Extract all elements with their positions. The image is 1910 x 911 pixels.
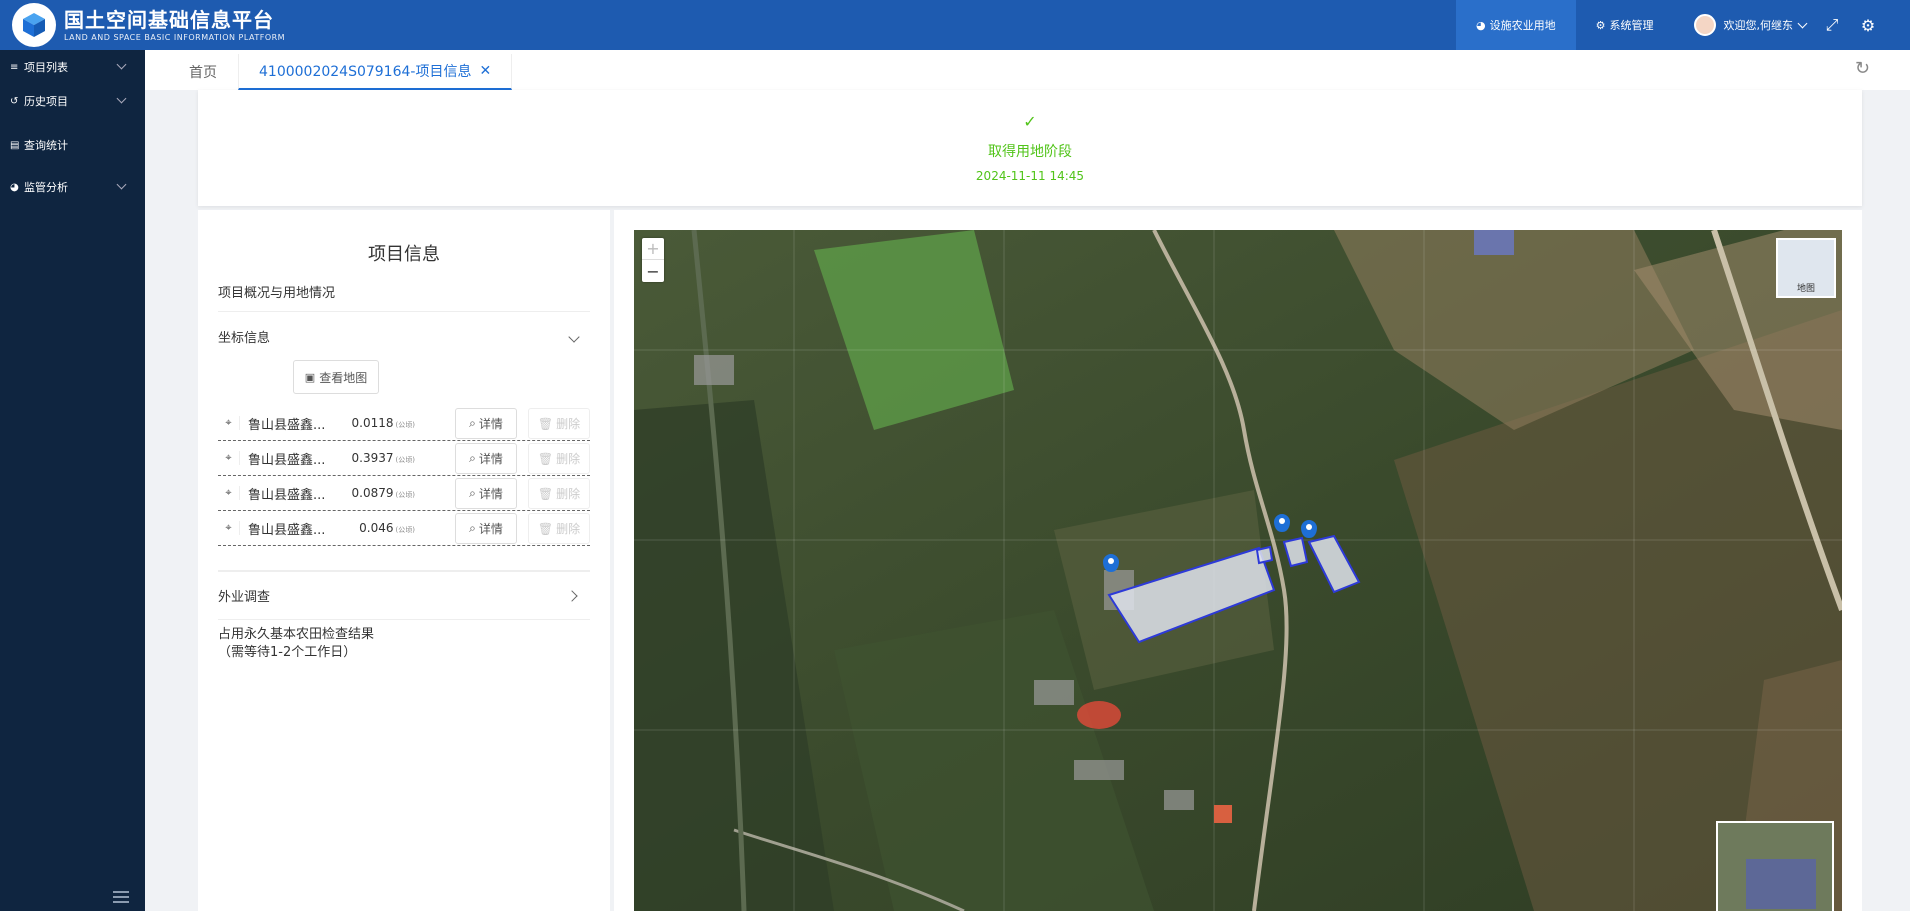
view-map-button[interactable]: ▣ 查看地图 <box>293 360 379 394</box>
user-greeting: 欢迎您,何继东 <box>1723 19 1794 32</box>
coords-list: ⌖ 鲁山县盛鑫... 0.0118 (公顷) ⌕ 详情 🗑 删除 ⌖ 鲁山县盛鑫...… <box>218 406 590 546</box>
delete-button[interactable]: 🗑 删除 <box>528 443 590 474</box>
fullscreen-icon[interactable]: ⤢ <box>1814 0 1850 50</box>
field-survey-section[interactable]: 外业调查 <box>218 586 590 620</box>
trash-icon: 🗑 <box>537 416 554 431</box>
sidebar-item-supervision-analysis[interactable]: ◕ 监管分析 <box>0 170 145 204</box>
detail-button[interactable]: ⌕ 详情 <box>455 478 517 509</box>
avatar <box>1693 14 1716 36</box>
parcel-polygon <box>1255 545 1274 565</box>
nav-system-management[interactable]: ⚙ 系统管理 <box>1576 0 1674 50</box>
stage-time: 2024-11-11 14:45 <box>975 169 1085 183</box>
sidebar-item-project-list[interactable]: ≡ 项目列表 <box>0 50 145 84</box>
chevron-down-icon <box>116 59 127 70</box>
zoom-out-button[interactable]: − <box>642 260 664 282</box>
user-menu[interactable]: 欢迎您,何继东 <box>1674 0 1815 50</box>
tab-home[interactable]: 首页 <box>189 54 217 90</box>
search-icon: ⌕ <box>469 521 476 535</box>
map-marker-icon <box>1103 554 1119 572</box>
satellite-imagery <box>634 230 1842 911</box>
list-item: ⌖ 鲁山县盛鑫... 0.046 (公顷) ⌕ 详情 🗑 删除 <box>218 511 590 546</box>
tab-bar: 首页 4100002024S079164-项目信息 ✕ ↻ <box>145 50 1910 90</box>
platform-logo[interactable]: 国土空间基础信息平台 LAND AND SPACE BASIC INFORMAT… <box>0 0 285 50</box>
collapse-menu-icon[interactable] <box>113 891 129 905</box>
check-icon: ✓ <box>1023 112 1037 131</box>
panel-title: 项目信息 <box>368 244 440 265</box>
location-pin-icon: ⌖ <box>218 486 240 500</box>
search-icon: ⌕ <box>469 451 476 465</box>
sidebar-item-query-statistics[interactable]: ▤ 查询统计 <box>0 128 145 162</box>
search-icon: ⌕ <box>469 486 476 500</box>
detail-button[interactable]: ⌕ 详情 <box>455 443 517 474</box>
location-pin-icon: ⌖ <box>218 521 240 535</box>
chevron-down-icon <box>116 93 127 104</box>
location-pin-icon: ⌖ <box>218 451 240 465</box>
chevron-down-icon <box>116 179 127 190</box>
map-marker-icon <box>1301 520 1317 538</box>
stage-status-card: ✓ 取得用地阶段 2024-11-11 14:45 <box>198 90 1862 206</box>
search-icon: ⌕ <box>469 416 476 430</box>
nav-facility-agri-land[interactable]: ◕ 设施农业用地 <box>1456 0 1576 50</box>
platform-subtitle: LAND AND SPACE BASIC INFORMATION PLATFOR… <box>64 32 286 42</box>
chevron-right-icon <box>566 590 578 602</box>
list-item: ⌖ 鲁山县盛鑫... 0.0879 (公顷) ⌕ 详情 🗑 删除 <box>218 476 590 511</box>
stage-title: 取得用地阶段 <box>988 144 1072 160</box>
trash-icon: 🗑 <box>537 451 554 466</box>
coords-section-header[interactable]: 坐标信息 <box>218 327 590 351</box>
list-icon: ≡ <box>10 61 19 73</box>
satellite-map[interactable]: + − 地图 <box>634 230 1842 911</box>
list-item: ⌖ 鲁山县盛鑫... 0.0118 (公顷) ⌕ 详情 🗑 删除 <box>218 406 590 441</box>
tab-project-info[interactable]: 4100002024S079164-项目信息 ✕ <box>238 54 513 90</box>
delete-button[interactable]: 🗑 删除 <box>528 478 590 509</box>
detail-button[interactable]: ⌕ 详情 <box>455 513 517 544</box>
project-info-panel: 项目信息 项目概况与用地情况 坐标信息 ▣ 查看地图 ⌖ 鲁山县盛鑫... 0.… <box>198 210 610 911</box>
chevron-down-icon <box>1797 18 1808 28</box>
pie-chart-icon: ◕ <box>10 181 19 193</box>
overview-viewport[interactable] <box>1746 859 1816 909</box>
gears-icon: ⚙ <box>1595 18 1606 32</box>
delete-button[interactable]: 🗑 删除 <box>528 513 590 544</box>
basemap-switcher[interactable]: 地图 <box>1776 238 1836 298</box>
zoom-control: + − <box>642 238 664 282</box>
detail-button[interactable]: ⌕ 详情 <box>455 408 517 439</box>
map-panel: + − 地图 <box>614 210 1862 911</box>
sidebar-item-history-projects[interactable]: ↺ 历史项目 <box>0 84 145 118</box>
overview-section[interactable]: 项目概况与用地情况 <box>218 282 590 312</box>
zoom-in-button[interactable]: + <box>642 238 664 260</box>
location-pin-icon: ⌖ <box>218 416 240 430</box>
chevron-down-icon <box>568 331 580 343</box>
trash-icon: 🗑 <box>537 486 554 501</box>
map-marker-icon <box>1274 514 1290 532</box>
pie-chart-icon: ◕ <box>1476 18 1486 32</box>
list-item: ⌖ 鲁山县盛鑫... 0.3937 (公顷) ⌕ 详情 🗑 删除 <box>218 441 590 476</box>
settings-icon[interactable]: ⚙ <box>1850 0 1886 50</box>
history-icon: ↺ <box>10 95 19 107</box>
platform-title: 国土空间基础信息平台 <box>64 7 274 32</box>
sidebar: ≡ 项目列表 ↺ 历史项目 ▤ 查询统计 ◕ 监管分析 <box>0 50 145 911</box>
trash-icon: 🗑 <box>537 521 554 536</box>
image-icon: ▣ <box>304 370 316 384</box>
close-icon[interactable]: ✕ <box>479 63 491 79</box>
delete-button[interactable]: 🗑 删除 <box>528 408 590 439</box>
farmland-check-result: 占用永久基本农田检查结果 （需等待1-2个工作日） <box>218 627 375 660</box>
top-header: 国土空间基础信息平台 LAND AND SPACE BASIC INFORMAT… <box>0 0 1910 50</box>
overview-map[interactable] <box>1716 821 1834 911</box>
bar-chart-icon: ▤ <box>10 139 20 151</box>
cube-logo-icon <box>12 3 56 47</box>
refresh-icon[interactable]: ↻ <box>1855 58 1870 79</box>
